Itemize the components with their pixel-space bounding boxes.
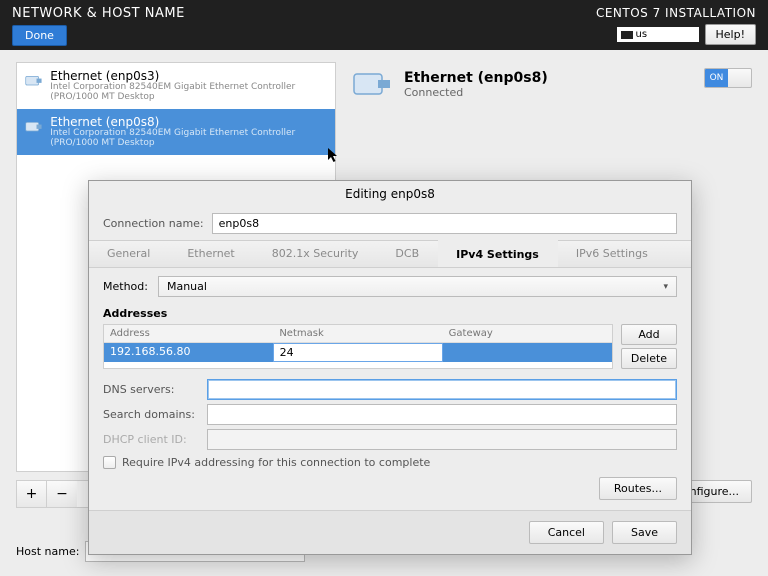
- delete-address-button[interactable]: Delete: [621, 348, 677, 369]
- tab-ipv4[interactable]: IPv4 Settings: [438, 240, 558, 267]
- tab-dcb[interactable]: DCB: [377, 241, 438, 267]
- netmask-input[interactable]: [280, 346, 437, 359]
- keyboard-layout: us: [636, 29, 648, 40]
- connection-name-label: Connection name:: [103, 217, 204, 230]
- interface-name: Ethernet (enp0s3): [50, 69, 327, 83]
- require-ipv4-label: Require IPv4 addressing for this connect…: [122, 456, 430, 469]
- dns-input[interactable]: [207, 379, 677, 400]
- add-interface-button[interactable]: +: [17, 481, 47, 507]
- add-address-button[interactable]: Add: [621, 324, 677, 345]
- interface-item-enp0s3[interactable]: Ethernet (enp0s3) Intel Corporation 8254…: [17, 63, 335, 109]
- save-button[interactable]: Save: [612, 521, 677, 544]
- gateway-cell[interactable]: [443, 343, 612, 362]
- tab-ipv6[interactable]: IPv6 Settings: [558, 241, 667, 267]
- cancel-button[interactable]: Cancel: [529, 521, 604, 544]
- netmask-cell[interactable]: [273, 343, 444, 362]
- address-row[interactable]: 192.168.56.80: [104, 343, 612, 362]
- dhcp-client-id-input: [207, 429, 677, 450]
- keyboard-indicator[interactable]: us: [617, 27, 699, 42]
- tab-general[interactable]: General: [89, 241, 169, 267]
- method-select[interactable]: Manual ▾: [158, 276, 677, 297]
- address-cell[interactable]: 192.168.56.80: [104, 343, 273, 362]
- hostname-label: Host name:: [16, 545, 79, 558]
- method-value: Manual: [167, 280, 207, 293]
- done-button[interactable]: Done: [12, 25, 67, 46]
- interface-name: Ethernet (enp0s8): [50, 115, 327, 129]
- interface-toggle[interactable]: ON: [704, 68, 752, 88]
- search-domains-input[interactable]: [207, 404, 677, 425]
- interface-item-enp0s8[interactable]: Ethernet (enp0s8) Intel Corporation 8254…: [17, 109, 335, 155]
- install-title: CENTOS 7 INSTALLATION: [596, 6, 756, 20]
- detail-interface-status: Connected: [404, 86, 548, 99]
- interface-detail: Ethernet (enp0s8) Connected ON: [352, 62, 752, 106]
- chevron-down-icon: ▾: [663, 282, 668, 292]
- edit-connection-dialog: Editing enp0s8 Connection name: General …: [88, 180, 692, 555]
- addresses-table: Address Netmask Gateway 192.168.56.80: [103, 324, 613, 369]
- toggle-knob: [728, 69, 751, 87]
- require-ipv4-checkbox[interactable]: [103, 456, 116, 469]
- col-netmask: Netmask: [273, 325, 442, 342]
- col-gateway: Gateway: [443, 325, 612, 342]
- connection-name-input[interactable]: [212, 213, 677, 234]
- dialog-title: Editing enp0s8: [89, 181, 691, 205]
- keyboard-flag-icon: [621, 31, 633, 39]
- nic-icon: [352, 66, 392, 102]
- interface-desc: Intel Corporation 82540EM Gigabit Ethern…: [50, 83, 327, 103]
- help-button[interactable]: Help!: [705, 24, 757, 45]
- detail-interface-name: Ethernet (enp0s8): [404, 70, 548, 86]
- routes-button[interactable]: Routes...: [599, 477, 677, 500]
- search-domains-label: Search domains:: [103, 408, 199, 421]
- remove-interface-button[interactable]: −: [47, 481, 77, 507]
- nic-icon: [25, 71, 42, 89]
- toggle-on-label: ON: [705, 69, 728, 87]
- nic-icon: [25, 117, 42, 135]
- method-label: Method:: [103, 280, 148, 293]
- interface-desc: Intel Corporation 82540EM Gigabit Ethern…: [50, 129, 327, 149]
- settings-tabs: General Ethernet 802.1x Security DCB IPv…: [89, 240, 691, 268]
- page-title: NETWORK & HOST NAME: [12, 6, 185, 21]
- top-bar: NETWORK & HOST NAME Done CENTOS 7 INSTAL…: [0, 0, 768, 50]
- addresses-label: Addresses: [103, 307, 677, 320]
- dhcp-client-id-label: DHCP client ID:: [103, 433, 199, 446]
- page-body: Ethernet (enp0s3) Intel Corporation 8254…: [0, 50, 768, 576]
- col-address: Address: [104, 325, 273, 342]
- tab-ethernet[interactable]: Ethernet: [169, 241, 253, 267]
- dns-label: DNS servers:: [103, 383, 199, 396]
- tab-8021x[interactable]: 802.1x Security: [254, 241, 378, 267]
